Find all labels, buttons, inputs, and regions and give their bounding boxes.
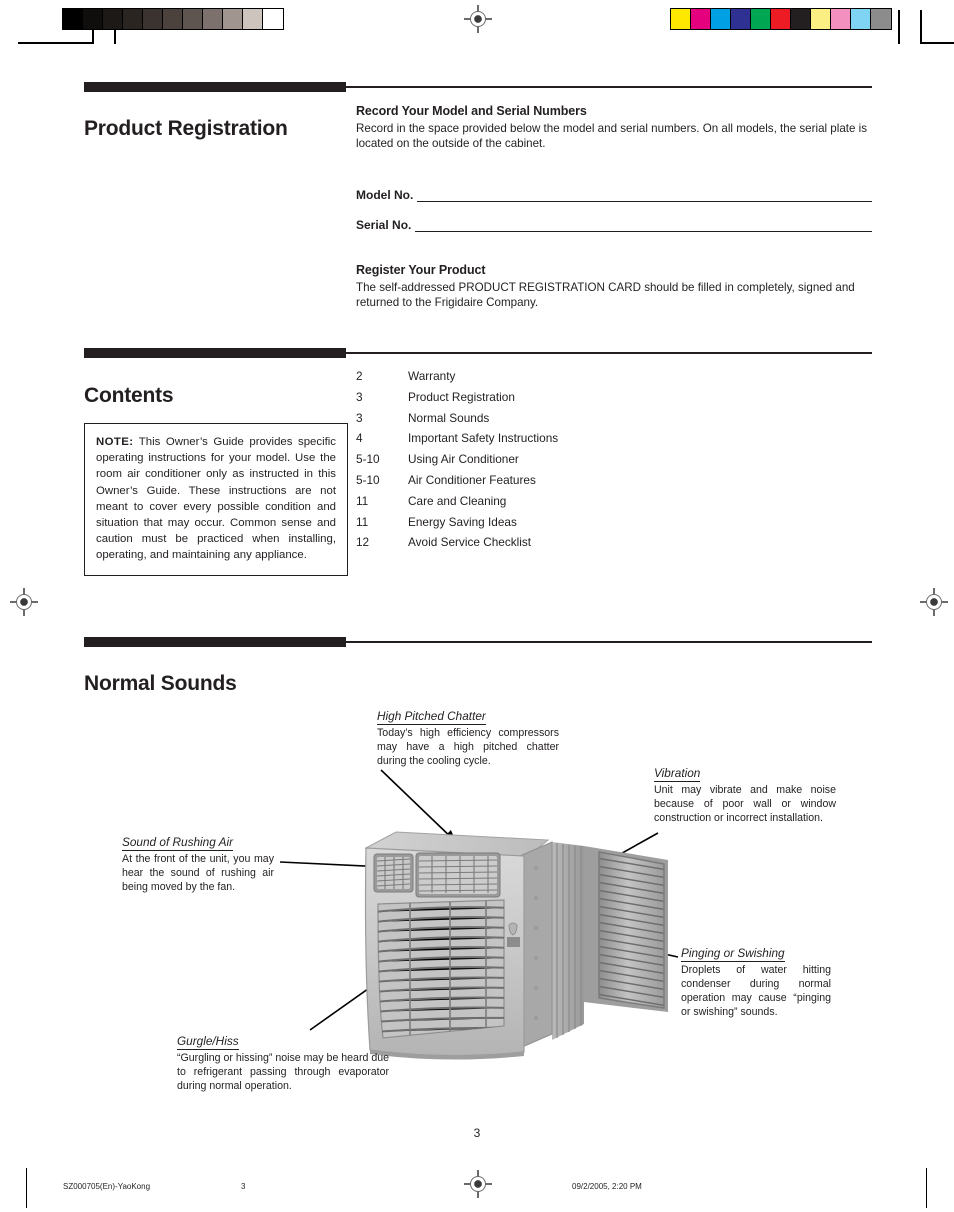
toc-page-number: 3 <box>356 410 363 425</box>
callout-high-pitched-chatter: High Pitched Chatter Today’s high effici… <box>377 707 559 768</box>
serial-number-label: Serial No. <box>356 218 412 232</box>
toc-page-number: 4 <box>356 431 363 446</box>
toc-entry-label: Warranty <box>408 369 456 383</box>
record-numbers-body: Record in the space provided below the m… <box>356 122 868 151</box>
toc-page-number: 2 <box>356 369 363 383</box>
toc-page-number: 5-10 <box>356 452 380 467</box>
model-number-label: Model No. <box>356 188 414 202</box>
page-title-contents: Contents <box>84 384 174 408</box>
toc-entry-label: Using Air Conditioner <box>408 452 519 467</box>
registration-crosshair-icon-bottom <box>464 1170 492 1198</box>
toc-entry-label: Important Safety Instructions <box>408 431 559 446</box>
toc-page-number: 11 <box>356 493 369 508</box>
page-number: 3 <box>473 1126 481 1140</box>
callout-vibration: Vibration Unit may vibrate and make nois… <box>654 764 836 825</box>
record-numbers-heading: Record Your Model and Serial Numbers <box>356 104 587 118</box>
callout-body: At the front of the unit, you may hear t… <box>122 852 274 894</box>
callout-gurgle-hiss: Gurgle/Hiss “Gurgling or hissing” noise … <box>177 1032 389 1093</box>
callout-body: “Gurgling or hissing” noise may be heard… <box>177 1051 389 1093</box>
print-slug-footer: SZ000705(En)-YaoKong 3 09/2/2005, 2:20 P… <box>0 1168 954 1210</box>
model-number-input[interactable] <box>417 189 872 202</box>
callout-title: Sound of Rushing Air <box>122 835 234 851</box>
toc-page-number: 12 <box>356 535 370 550</box>
callout-pinging-or-swishing: Pinging or Swishing Droplets of water hi… <box>681 944 831 1019</box>
toc-row[interactable]: 2 Warranty <box>356 369 756 390</box>
callout-title: High Pitched Chatter <box>377 709 486 725</box>
footer-timestamp: 09/2/2005, 2:20 PM <box>572 1182 642 1191</box>
toc-row[interactable]: 4 Important Safety Instructions <box>356 431 756 452</box>
toc-entry-label: Product Registration <box>408 389 515 404</box>
toc-page-number: 3 <box>356 389 363 404</box>
footer-rule-left-vertical <box>26 1168 27 1208</box>
footer-filename: SZ000705(En)-YaoKong <box>63 1182 151 1191</box>
toc-row[interactable]: 3 Product Registration <box>356 390 756 411</box>
toc-row[interactable]: 11 Energy Saving Ideas <box>356 515 756 536</box>
callout-title: Pinging or Swishing <box>681 946 785 962</box>
toc-entry-label: Care and Cleaning <box>408 493 507 508</box>
serial-number-field-row[interactable]: Serial No. <box>356 218 872 232</box>
serial-number-input[interactable] <box>415 219 872 232</box>
toc-page-number: 5-10 <box>356 472 380 487</box>
register-product-body: The self-addressed PRODUCT REGISTRATION … <box>356 281 855 310</box>
callout-title: Gurgle/Hiss <box>177 1034 239 1050</box>
toc-row[interactable]: 12 Avoid Service Checklist <box>356 535 756 556</box>
callout-title: Vibration <box>654 766 701 782</box>
model-number-field-row[interactable]: Model No. <box>356 188 872 202</box>
toc-page-number: 11 <box>356 514 369 529</box>
section-divider-contents <box>84 348 872 358</box>
toc-row[interactable]: 11 Care and Cleaning <box>356 494 756 515</box>
callout-body: Droplets of water hitting condenser duri… <box>681 963 831 1019</box>
note-box: NOTE: This Owner’s Guide provides specif… <box>84 423 348 576</box>
air-conditioner-illustration <box>364 831 668 1060</box>
toc-entry-label: Air Conditioner Features <box>408 472 536 487</box>
footer-page-number: 3 <box>241 1182 246 1191</box>
toc-entry-label: Normal Sounds <box>408 410 490 425</box>
page-title-product-registration: Product Registration <box>84 117 288 141</box>
register-product-block: Register Your Product The self-addressed… <box>356 263 872 311</box>
toc-entry-label: Energy Saving Ideas <box>408 514 517 529</box>
record-numbers-block: Record Your Model and Serial Numbers Rec… <box>356 104 872 152</box>
callout-body: Today’s high efficiency compressors may … <box>377 726 559 768</box>
toc-entry-label: Avoid Service Checklist <box>408 535 532 550</box>
toc-row[interactable]: 3 Normal Sounds <box>356 411 756 432</box>
footer-rule-right-vertical <box>926 1168 927 1208</box>
table-of-contents: 2 Warranty 3 Product Registration 3 Norm… <box>356 369 756 556</box>
register-product-heading: Register Your Product <box>356 263 486 277</box>
note-body: This Owner’s Guide provides specific ope… <box>96 436 336 562</box>
callout-body: Unit may vibrate and make noise because … <box>654 783 836 825</box>
toc-row[interactable]: 5-10 Air Conditioner Features <box>356 473 756 494</box>
document-page: Product Registration Record Your Model a… <box>0 0 954 1212</box>
section-divider-product-registration <box>84 82 872 92</box>
callout-sound-of-rushing-air: Sound of Rushing Air At the front of the… <box>122 833 274 894</box>
note-label: NOTE: <box>96 436 134 448</box>
toc-row[interactable]: 5-10 Using Air Conditioner <box>356 452 756 473</box>
